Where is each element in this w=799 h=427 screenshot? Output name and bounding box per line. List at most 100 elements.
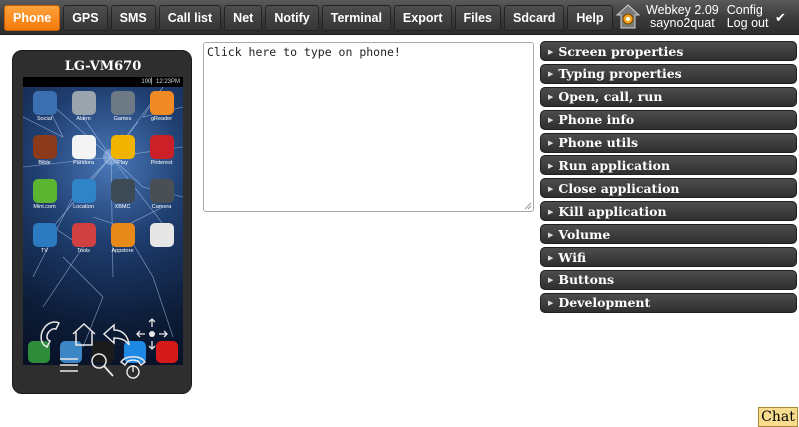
- pandora-icon: [71, 135, 96, 159]
- accordion-open-call-run[interactable]: ▶ Open, call, run: [540, 86, 797, 107]
- expand-arrow-icon: ▶: [548, 298, 554, 308]
- phone-status-bar: 100▏12:23PM: [23, 77, 183, 87]
- brand-area: Webkey 2.09 sayno2quat Config Log out: [616, 4, 768, 30]
- dpad-button[interactable]: [134, 316, 170, 352]
- expand-arrow-icon: ▶: [548, 46, 554, 56]
- app-label: Alarm: [76, 116, 91, 122]
- accordion-run-application[interactable]: ▶ Run application: [540, 155, 797, 176]
- home-button[interactable]: [70, 321, 98, 347]
- app-mint-com[interactable]: Mint.com: [25, 179, 64, 219]
- accordion-buttons[interactable]: ▶ Buttons: [540, 269, 797, 290]
- username: sayno2quat: [650, 16, 715, 30]
- accordion-close-application[interactable]: ▶ Close application: [540, 178, 797, 199]
- headphones-icon: [110, 135, 135, 159]
- call-button[interactable]: [37, 319, 67, 349]
- search-button[interactable]: [89, 351, 115, 379]
- expand-arrow-icon: ▶: [548, 92, 554, 102]
- app-alarm[interactable]: Alarm: [64, 91, 103, 131]
- social-icon: [32, 91, 57, 115]
- back-button[interactable]: [101, 321, 131, 347]
- type-on-phone-textarea[interactable]: [203, 42, 534, 212]
- app-label: Mint.com: [33, 204, 56, 210]
- amazon-icon: [110, 223, 135, 247]
- accordion-screen-properties[interactable]: ▶ Screen properties: [540, 41, 797, 61]
- logout-link[interactable]: Log out: [727, 17, 769, 30]
- back-arrow-icon: [102, 323, 130, 346]
- app-play[interactable]: Play: [103, 135, 142, 175]
- app-greader[interactable]: gReader: [142, 91, 181, 131]
- phone-model-label: LG-VM670: [64, 59, 142, 74]
- accordion-label: Screen properties: [558, 43, 684, 59]
- app-bible[interactable]: Bible: [25, 135, 64, 175]
- app-pinterest[interactable]: Pinterest: [142, 135, 181, 175]
- accordion-label: Typing properties: [558, 66, 682, 82]
- app-social[interactable]: Social: [25, 91, 64, 131]
- app-games[interactable]: Games: [103, 91, 142, 131]
- tab-call-list[interactable]: Call list: [158, 5, 222, 31]
- tab-terminal[interactable]: Terminal: [321, 5, 391, 31]
- tab-export[interactable]: Export: [393, 5, 452, 31]
- alarm-icon: [71, 91, 96, 115]
- menu-button[interactable]: [57, 353, 81, 377]
- accordion-label: Phone info: [558, 112, 635, 128]
- accordion-label: Development: [558, 295, 651, 311]
- tab-notify[interactable]: Notify: [265, 5, 319, 31]
- expand-arrow-icon: ▶: [548, 183, 554, 193]
- tab-help[interactable]: Help: [567, 5, 613, 31]
- accordion-label: Volume: [558, 226, 611, 242]
- tab-net[interactable]: Net: [224, 5, 263, 31]
- accordion-label: Kill application: [558, 203, 667, 219]
- app-label: TV: [40, 248, 49, 254]
- app-label: Games: [113, 116, 132, 122]
- app-xbmc[interactable]: XBMC: [103, 179, 142, 219]
- expand-arrow-icon: ▶: [548, 229, 554, 239]
- expand-arrow-icon: ▶: [548, 160, 554, 170]
- app-tools[interactable]: Tools: [64, 223, 103, 263]
- app-label: Tools: [77, 248, 90, 254]
- globe-icon: [71, 179, 96, 203]
- accordion-development[interactable]: ▶ Development: [540, 292, 797, 313]
- tab-sms[interactable]: SMS: [110, 5, 156, 31]
- dpad-icon: [136, 318, 168, 350]
- accordion-label: Wifi: [558, 249, 587, 265]
- tools-icon: [71, 223, 96, 247]
- tab-files[interactable]: Files: [454, 5, 502, 31]
- app-appstore[interactable]: Appstore: [103, 223, 142, 263]
- phone-mockup: LG-VM670 100▏12:23PM Social Alarm Games gRe…: [12, 50, 192, 394]
- app-label: XBMC: [114, 204, 131, 210]
- brand-text: Webkey 2.09 sayno2quat: [646, 4, 719, 30]
- check-icon[interactable]: ✔: [775, 10, 786, 26]
- resize-grip-icon[interactable]: [522, 200, 532, 210]
- tab-phone[interactable]: Phone: [4, 5, 61, 31]
- accordion-label: Phone utils: [558, 135, 639, 151]
- settings-accordion: ▶ Screen properties ▶ Typing properties ▶ Ope…: [540, 41, 797, 316]
- accordion-typing-properties[interactable]: ▶ Typing properties: [540, 63, 797, 84]
- nav-tabs: Phone GPS SMS Call list Net Notify Terminal Exp…: [4, 5, 613, 31]
- expand-arrow-icon: ▶: [548, 115, 554, 125]
- expand-arrow-icon: ▶: [548, 206, 554, 216]
- app-play-store[interactable]: [142, 223, 181, 263]
- app-location[interactable]: Location: [64, 179, 103, 219]
- account-links: Config Log out: [727, 4, 769, 30]
- app-pandora[interactable]: Pandora: [64, 135, 103, 175]
- accordion-phone-utils[interactable]: ▶ Phone utils: [540, 132, 797, 153]
- tab-gps[interactable]: GPS: [63, 5, 108, 31]
- menu-icon: [60, 358, 78, 372]
- tab-sdcard[interactable]: Sdcard: [504, 5, 565, 31]
- accordion-volume[interactable]: ▶ Volume: [540, 224, 797, 245]
- accordion-label: Run application: [558, 157, 671, 173]
- accordion-kill-application[interactable]: ▶ Kill application: [540, 201, 797, 222]
- app-label: Play: [117, 160, 128, 166]
- chat-button[interactable]: Chat: [758, 407, 798, 427]
- app-label: Pandora: [73, 160, 94, 166]
- expand-arrow-icon: ▶: [548, 138, 554, 148]
- accordion-wifi[interactable]: ▶ Wifi: [540, 247, 797, 268]
- accordion-label: Close application: [558, 180, 680, 196]
- leaf-icon: [32, 179, 57, 203]
- app-camera[interactable]: Camera: [142, 179, 181, 219]
- app-tv[interactable]: TV: [25, 223, 64, 263]
- power-end-call-button[interactable]: [118, 351, 148, 381]
- app-label: Appstore: [111, 248, 134, 254]
- accordion-phone-info[interactable]: ▶ Phone info: [540, 109, 797, 130]
- app-label: Location: [73, 204, 94, 210]
